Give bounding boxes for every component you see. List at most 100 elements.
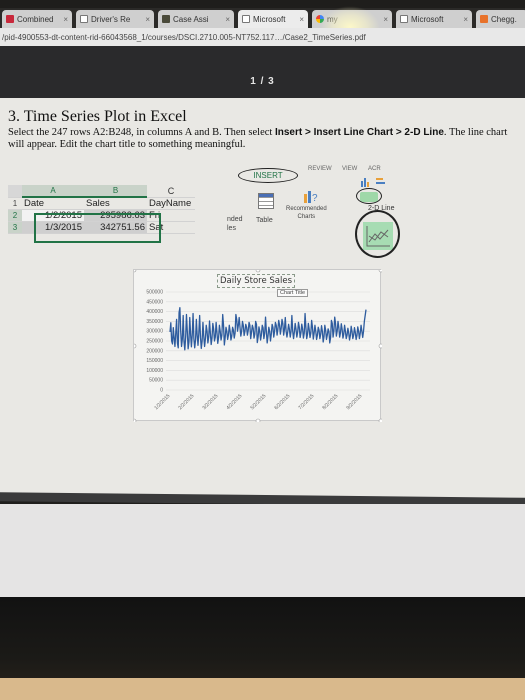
excel-ribbon-excerpt: INSERT REVIEW VIEW ACR nded les Table ? … (227, 165, 400, 265)
column-chart-icon[interactable] (360, 177, 370, 187)
cell-b3[interactable]: 342751.56 (84, 221, 147, 234)
ribbon-tab-acr[interactable]: ACR (368, 166, 381, 172)
svg-text:?: ? (312, 193, 318, 203)
page-indicator: 1 / 3 (250, 76, 275, 87)
y-tick-label: 200000 (146, 348, 163, 354)
table-icon[interactable] (258, 193, 274, 209)
close-icon[interactable]: × (59, 15, 68, 24)
ribbon-tab-review[interactable]: REVIEW (308, 166, 332, 172)
cell-a1[interactable]: Date (22, 197, 84, 210)
close-icon[interactable]: × (459, 15, 468, 24)
tab-case-assignment[interactable]: Case Assi × (158, 10, 234, 28)
cell-c1[interactable]: DayName (147, 197, 195, 210)
annotation-circle (355, 210, 400, 258)
row-header-1[interactable]: 1 (8, 197, 22, 210)
google-icon (316, 15, 324, 23)
case-favicon-icon (162, 15, 170, 23)
spreadsheet-excerpt: A B C 1 Date Sales DayName 2 1/2/2015 29… (8, 185, 195, 243)
column-header-a[interactable]: A (22, 185, 84, 198)
line-chart[interactable]: 0 50000 100000 150000 200000 250000 300000 3500… (133, 269, 382, 422)
x-tick-label: 4/2/2015 (225, 393, 243, 411)
chart-title[interactable]: Daily Store Sales (217, 274, 296, 288)
x-tick-label: 6/2/2015 (273, 393, 291, 411)
recommended-charts-label[interactable]: Recommended Charts (286, 205, 327, 221)
x-tick-label: 1/2/2015 (153, 393, 171, 411)
close-icon[interactable]: × (141, 15, 150, 24)
x-tick-label: 7/2/2015 (297, 393, 315, 411)
x-tick-label: 8/2/2015 (321, 393, 339, 411)
resize-handle[interactable] (255, 270, 261, 273)
pdf-toolbar (0, 46, 525, 98)
pdf-page-next (0, 504, 525, 597)
x-tick-label: 9/2/2015 (345, 393, 363, 411)
resize-handle[interactable] (134, 418, 137, 422)
tab-label: Microsoft (411, 14, 444, 24)
cell-c2[interactable]: Fri (147, 209, 195, 222)
tab-drivers[interactable]: Driver's Re × (76, 10, 154, 28)
tab-microsoft-active[interactable]: Microsoft × (238, 10, 308, 28)
desk-surface (0, 678, 525, 700)
browser-tab-bar: Combined × Driver's Re × Case Assi × Mic… (0, 8, 525, 28)
y-tick-label: 300000 (146, 329, 163, 335)
resize-handle[interactable] (255, 418, 261, 422)
tab-label: Microsoft (253, 14, 286, 24)
bar-chart-icon[interactable] (376, 177, 386, 187)
tab-label: my (327, 14, 338, 24)
cell-b2[interactable]: 295986.63 (84, 209, 147, 222)
y-tick-label: 100000 (146, 368, 163, 374)
x-tick-label: 2/2/2015 (177, 393, 195, 411)
annotation-circle (356, 188, 382, 204)
insert-tab-label: INSERT (253, 171, 283, 180)
y-tick-label: 450000 (146, 299, 163, 305)
cell-a2[interactable]: 1/2/2015 (22, 209, 84, 222)
y-tick-label: 250000 (146, 339, 163, 345)
ribbon-tab-view[interactable]: VIEW (342, 166, 357, 172)
y-tick-label: 500000 (146, 290, 163, 296)
document-icon (242, 15, 250, 23)
combined-favicon-icon (6, 15, 14, 23)
screen: Combined × Driver's Re × Case Assi × Mic… (0, 0, 525, 700)
instructions-paragraph: Select the 247 rows A2:B248, in columns … (8, 127, 518, 151)
resize-handle[interactable] (378, 270, 382, 273)
tab-microsoft-2[interactable]: Microsoft × (396, 10, 472, 28)
chart-title-tooltip: Chart Title (277, 289, 309, 297)
tab-combined[interactable]: Combined × (2, 10, 72, 28)
recommended-pivottables-label[interactable]: nded les (227, 215, 243, 233)
resize-handle[interactable] (378, 343, 382, 349)
ribbon-tab-insert[interactable]: INSERT (238, 168, 298, 183)
tab-label: Case Assi (173, 14, 209, 24)
tab-label: Combined (17, 14, 54, 24)
close-icon[interactable]: × (295, 15, 304, 24)
cell-b1[interactable]: Sales (84, 197, 147, 210)
corner-cell[interactable] (8, 185, 22, 198)
y-tick-label: 50000 (149, 378, 163, 384)
y-tick-label: 0 (160, 388, 163, 394)
url-text: /pid-4900553-dt-content-rid-66043568_1/c… (2, 32, 366, 42)
resize-handle[interactable] (378, 418, 382, 422)
document-icon (80, 15, 88, 23)
close-icon[interactable]: × (379, 15, 388, 24)
cell-c3[interactable]: Sat (147, 221, 195, 234)
resize-handle[interactable] (134, 270, 137, 273)
table-button-label[interactable]: Table (256, 217, 273, 224)
x-tick-label: 3/2/2015 (201, 393, 219, 411)
x-tick-label: 5/2/2015 (249, 393, 267, 411)
y-tick-label: 350000 (146, 319, 163, 325)
series-line-sales[interactable] (169, 307, 367, 351)
tab-chegg[interactable]: Chegg. (476, 10, 525, 28)
column-header-c[interactable]: C (147, 185, 195, 198)
cell-a3[interactable]: 1/3/2015 (22, 221, 84, 234)
chart-canvas: 0 50000 100000 150000 200000 250000 300000 3500… (134, 270, 382, 422)
instructions-text-1: Select the 247 rows A2:B248, in columns … (8, 127, 275, 138)
close-icon[interactable]: × (221, 15, 230, 24)
tab-google[interactable]: my × (312, 10, 392, 28)
row-header-2[interactable]: 2 (8, 209, 22, 222)
row-header-3[interactable]: 3 (8, 221, 22, 234)
instructions-menu-path: Insert > Insert Line Chart > 2-D Line (274, 127, 444, 138)
column-header-b[interactable]: B (84, 185, 147, 198)
recommended-charts-icon[interactable]: ? (303, 189, 319, 203)
address-bar[interactable]: /pid-4900553-dt-content-rid-66043568_1/c… (0, 28, 525, 46)
resize-handle[interactable] (134, 343, 137, 349)
y-tick-label: 400000 (146, 309, 163, 315)
y-tick-label: 150000 (146, 358, 163, 364)
